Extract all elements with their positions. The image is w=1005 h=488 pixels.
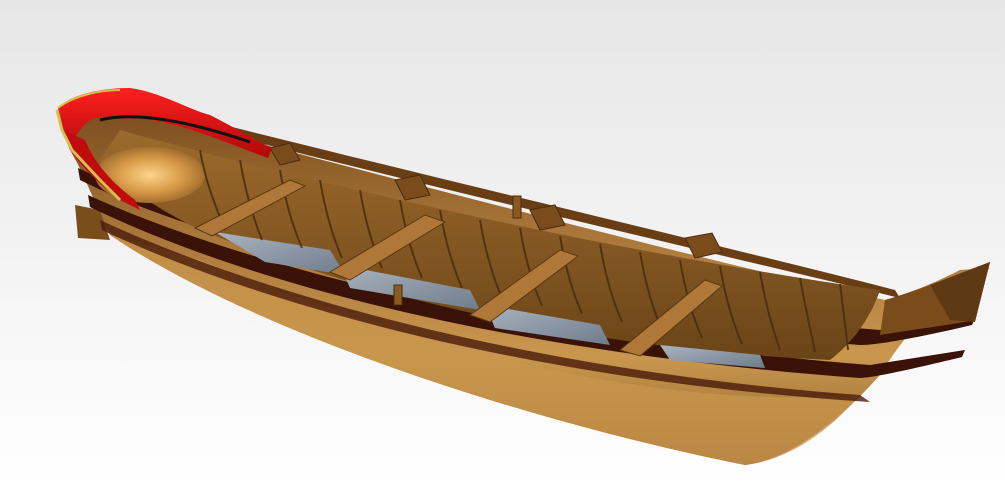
stern-interior-glow — [95, 147, 205, 203]
viewport — [0, 0, 1005, 488]
oarlock-post-2 — [393, 284, 403, 306]
boat-scene — [0, 0, 1005, 488]
oarlock-post-1 — [512, 195, 522, 219]
